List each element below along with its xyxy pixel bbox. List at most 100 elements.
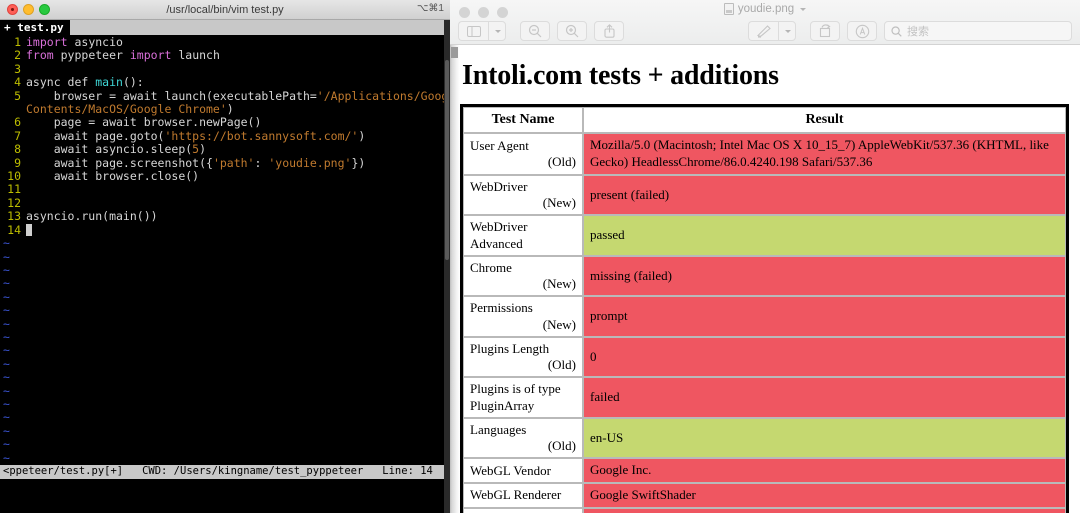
code-line: 6 page = await browser.newPage() <box>0 116 450 129</box>
vim-empty-line: ~ <box>0 318 450 331</box>
line-number: 7 <box>0 130 26 143</box>
vim-empty-line: ~ <box>0 251 450 264</box>
code-line: 10 await browser.close() <box>0 170 450 183</box>
code-line: 11 <box>0 183 450 196</box>
vim-empty-line: ~ <box>0 385 450 398</box>
annotate-button[interactable] <box>847 21 877 41</box>
terminal-scrollbar-thumb[interactable] <box>445 60 449 260</box>
cell-test-name: WebGL Renderer <box>463 483 583 508</box>
test-name-label: WebDriver <box>470 179 527 194</box>
vim-empty-line: ~ <box>0 425 450 438</box>
document-name-label: youdie.png <box>738 3 794 15</box>
page-thumbnail-marker[interactable] <box>451 47 458 58</box>
code-text <box>26 224 32 237</box>
cell-result: missing (failed) <box>583 256 1066 297</box>
line-number: 8 <box>0 143 26 156</box>
share-button[interactable] <box>594 21 624 41</box>
code-line: 4async def main(): <box>0 76 450 89</box>
code-text: asyncio.run(main()) <box>26 210 158 223</box>
sidebar-options-chevron[interactable] <box>488 21 506 41</box>
tilde-marker: ~ <box>0 237 26 250</box>
rotate-button[interactable] <box>810 21 840 41</box>
table-row: WebGL VendorGoogle Inc. <box>463 458 1066 483</box>
tests-table: Test Name Result User Agent(Old)Mozilla/… <box>460 104 1069 513</box>
cell-test-name: User Agent(Old) <box>463 133 583 175</box>
cell-test-name: Permissions(New) <box>463 296 583 337</box>
cell-test-name: Chrome(New) <box>463 256 583 297</box>
code-text: Contents/MacOS/Google Chrome') <box>26 103 234 116</box>
tilde-marker: ~ <box>0 398 26 411</box>
minimize-button[interactable] <box>23 4 34 15</box>
test-name-label: Plugins Length <box>470 341 549 356</box>
vim-empty-line: ~ <box>0 398 450 411</box>
code-text: import asyncio <box>26 36 123 49</box>
test-name-label-line2: Advanced <box>470 236 576 252</box>
cell-test-name: WebDriver(New) <box>463 175 583 216</box>
test-name-label: Plugins is of type <box>470 381 561 396</box>
screen: /usr/local/bin/vim test.py ⌥⌘1 + test.py… <box>0 0 1080 513</box>
tilde-marker: ~ <box>0 304 26 317</box>
tilde-marker: ~ <box>0 371 26 384</box>
line-number: 4 <box>0 76 26 89</box>
code-line: 8 await asyncio.sleep(5) <box>0 143 450 156</box>
preview-toolbar: 搜索 <box>450 21 1080 41</box>
line-number: 10 <box>0 170 26 183</box>
preview-window: youdie.png <box>450 0 1080 513</box>
chevron-down-icon <box>785 30 791 33</box>
preview-document-title[interactable]: youdie.png <box>450 3 1080 15</box>
cell-result: Google SwiftShader <box>583 483 1066 508</box>
code-line: 7 await page.goto('https://bot.sannysoft… <box>0 130 450 143</box>
cell-test-name: WebGL Vendor <box>463 458 583 483</box>
search-field[interactable]: 搜索 <box>884 21 1072 41</box>
sidebar-toggle-button[interactable] <box>458 21 488 41</box>
test-version-badge: (Old) <box>470 154 576 170</box>
image-file-icon <box>724 3 734 15</box>
vim-tabline-filler <box>70 20 450 35</box>
line-number: 12 <box>0 197 26 210</box>
vim-empty-line: ~ <box>0 291 450 304</box>
code-line: 3 <box>0 63 450 76</box>
markup-button[interactable] <box>748 21 778 41</box>
line-number <box>0 103 26 116</box>
tilde-marker: ~ <box>0 264 26 277</box>
code-text: browser = await launch(executablePath='/… <box>26 90 450 103</box>
terminal-window: /usr/local/bin/vim test.py ⌥⌘1 + test.py… <box>0 0 450 513</box>
page-title: Intoli.com tests + additions <box>462 60 1080 92</box>
column-header-test-name: Test Name <box>463 107 583 133</box>
zoom-out-button[interactable] <box>520 21 550 41</box>
chevron-down-icon[interactable] <box>800 8 806 11</box>
search-placeholder: 搜索 <box>907 23 929 39</box>
vim-empty-line: ~ <box>0 452 450 465</box>
vim-empty-line: ~ <box>0 344 450 357</box>
markup-options-chevron[interactable] <box>778 21 796 41</box>
close-button[interactable] <box>7 4 18 15</box>
maximize-button[interactable] <box>39 4 50 15</box>
search-icon <box>891 26 902 37</box>
cell-result: prompt <box>583 296 1066 337</box>
test-name-label: WebDriver <box>470 219 527 234</box>
table-body: User Agent(Old)Mozilla/5.0 (Macintosh; I… <box>463 133 1066 513</box>
tilde-marker: ~ <box>0 438 26 451</box>
cell-result: en-US <box>583 418 1066 459</box>
vim-empty-line: ~ <box>0 411 450 424</box>
preview-titlebar: youdie.png <box>450 0 1080 45</box>
line-number: 6 <box>0 116 26 129</box>
vim-empty-line: ~ <box>0 304 450 317</box>
table-header-row: Test Name Result <box>463 107 1066 133</box>
content-left-edge <box>450 45 460 513</box>
code-text: await page.goto('https://bot.sannysoft.c… <box>26 130 365 143</box>
vim-tabline: + test.py <box>0 20 450 35</box>
vim-empty-lines: ~~~~~~~~~~~~~~~~~~ <box>0 237 450 478</box>
line-number: 11 <box>0 183 26 196</box>
code-line: 5 browser = await launch(executablePath=… <box>0 90 450 103</box>
code-line: 1import asyncio <box>0 36 450 49</box>
zoom-in-button[interactable] <box>557 21 587 41</box>
vim-editor-area[interactable]: 1import asyncio2from pyppeteer import la… <box>0 35 450 479</box>
line-number: 9 <box>0 157 26 170</box>
code-text: page = await browser.newPage() <box>26 116 261 129</box>
test-version-badge: (Old) <box>470 438 576 454</box>
vim-empty-line: ~ <box>0 264 450 277</box>
test-name-label: WebGL Vendor <box>470 463 551 478</box>
terminal-shortcut-hint: ⌥⌘1 <box>417 3 444 14</box>
vim-tab-test-py[interactable]: + test.py <box>0 20 70 35</box>
